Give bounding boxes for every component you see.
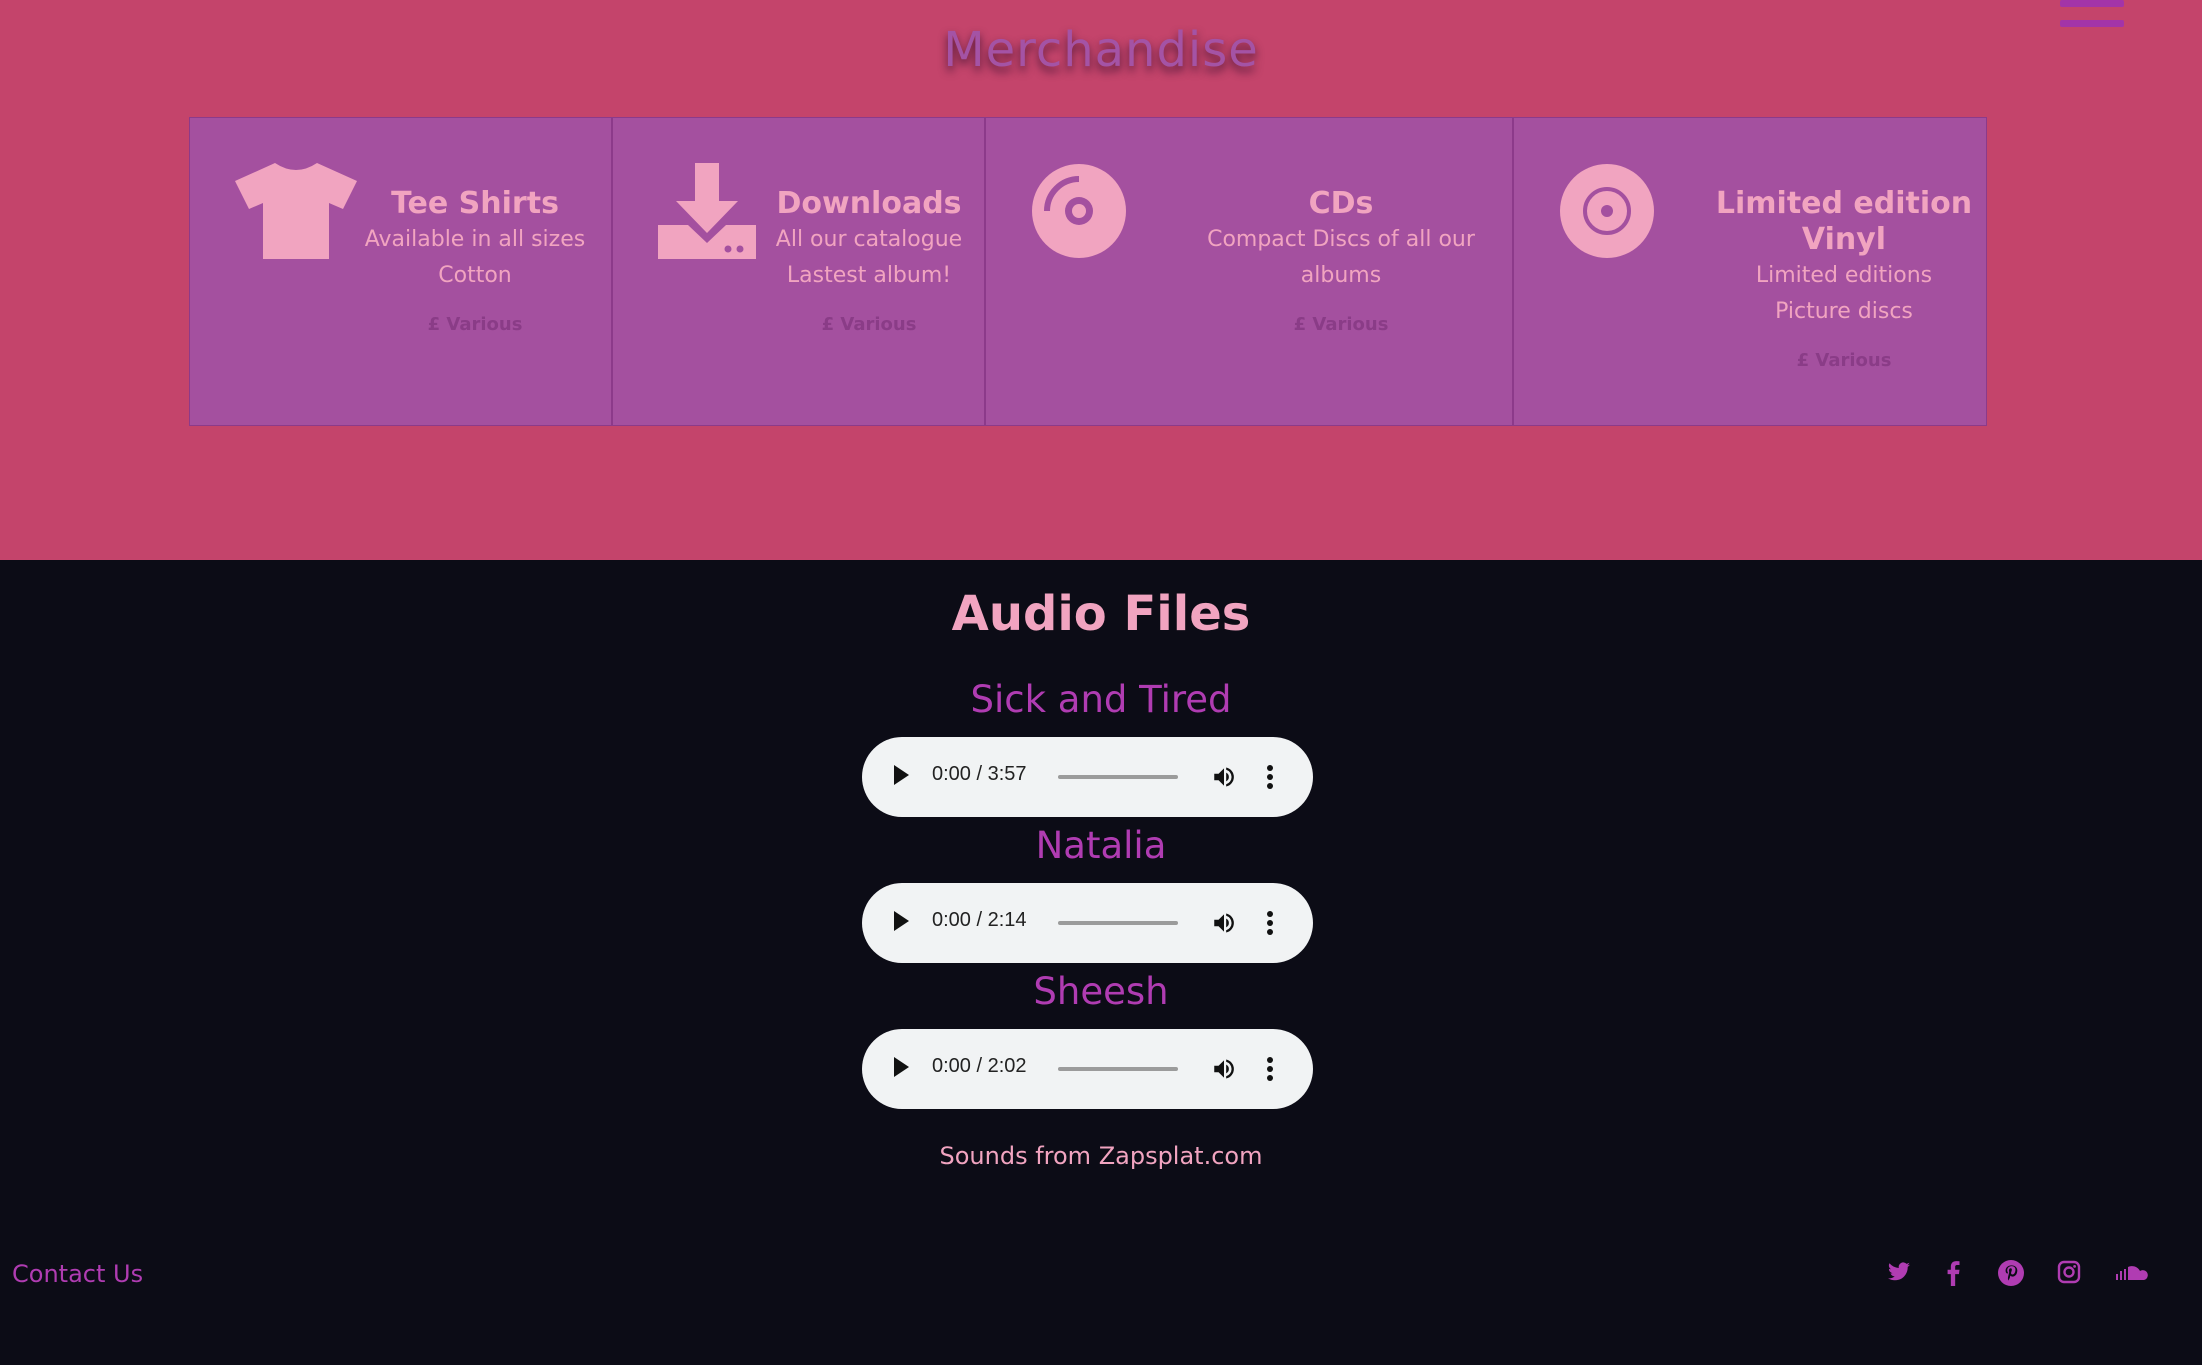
- card-price: £ Various: [1293, 314, 1389, 335]
- soundcloud-icon[interactable]: [2116, 1260, 2150, 1282]
- audio-time: 0:00 / 2:02: [932, 1055, 1027, 1077]
- volume-icon[interactable]: [1211, 910, 1237, 940]
- track-title: Sheesh: [1033, 970, 1169, 1013]
- audio-player[interactable]: 0:00 / 2:02: [862, 1029, 1313, 1109]
- card-line: Lastest album!: [786, 263, 952, 288]
- more-options-icon[interactable]: [1267, 1057, 1273, 1084]
- card-line: All our catalogue: [775, 227, 963, 252]
- progress-slider[interactable]: [1058, 921, 1178, 925]
- vinyl-icon: [1559, 163, 1655, 259]
- card-line: Picture discs: [1775, 299, 1913, 324]
- card-title: Vinyl: [1801, 222, 1887, 257]
- hamburger-icon[interactable]: [2060, 0, 2124, 32]
- card-line: Compact Discs of all our: [1207, 227, 1475, 252]
- merch-cards: Tee Shirts Available in all sizes Cotton…: [189, 117, 1987, 426]
- card-line: Limited editions: [1755, 263, 1933, 288]
- card-title: CDs: [1308, 186, 1374, 221]
- audio-player[interactable]: 0:00 / 3:57: [862, 737, 1313, 817]
- tshirt-icon: [235, 163, 357, 259]
- facebook-icon[interactable]: [1946, 1260, 1960, 1286]
- card-line: albums: [1300, 263, 1382, 288]
- download-icon: [658, 163, 756, 259]
- sound-credit: Sounds from Zapsplat.com: [939, 1142, 1263, 1170]
- progress-slider[interactable]: [1058, 1067, 1178, 1071]
- volume-icon[interactable]: [1211, 764, 1237, 794]
- card-price: £ Various: [427, 314, 523, 335]
- volume-icon[interactable]: [1211, 1056, 1237, 1086]
- page-title: Merchandise: [943, 22, 1259, 78]
- merchandise-section: Merchandise Tee Shirts Available in all …: [0, 0, 2202, 560]
- more-options-icon[interactable]: [1267, 765, 1273, 792]
- merch-card-vinyl[interactable]: Limited edition Vinyl Limited editions P…: [1513, 117, 1987, 426]
- card-line: Available in all sizes: [364, 227, 586, 252]
- card-title: Downloads: [776, 186, 962, 221]
- card-price: £ Various: [821, 314, 917, 335]
- card-title: Limited edition: [1715, 186, 1973, 221]
- card-price: £ Various: [1796, 350, 1892, 371]
- contact-us-link[interactable]: Contact Us: [12, 1260, 143, 1288]
- track-title: Natalia: [1035, 824, 1167, 867]
- pinterest-icon[interactable]: [1998, 1260, 2024, 1286]
- play-icon[interactable]: [894, 911, 909, 931]
- merch-card-tee-shirts[interactable]: Tee Shirts Available in all sizes Cotton…: [189, 117, 612, 426]
- cd-icon: [1031, 163, 1127, 259]
- audio-player[interactable]: 0:00 / 2:14: [862, 883, 1313, 963]
- twitter-icon[interactable]: [1886, 1260, 1912, 1284]
- card-title: Tee Shirts: [391, 186, 559, 221]
- more-options-icon[interactable]: [1267, 911, 1273, 938]
- play-icon[interactable]: [894, 765, 909, 785]
- play-icon[interactable]: [894, 1057, 909, 1077]
- audio-time: 0:00 / 2:14: [932, 909, 1027, 931]
- instagram-icon[interactable]: [2057, 1260, 2081, 1284]
- merch-card-cds[interactable]: CDs Compact Discs of all our albums £ Va…: [985, 117, 1513, 426]
- merch-card-downloads[interactable]: Downloads All our catalogue Lastest albu…: [612, 117, 985, 426]
- audio-section-title: Audio Files: [951, 586, 1251, 642]
- card-line: Cotton: [438, 263, 512, 288]
- track-title: Sick and Tired: [970, 678, 1232, 721]
- audio-time: 0:00 / 3:57: [932, 763, 1027, 785]
- progress-slider[interactable]: [1058, 775, 1178, 779]
